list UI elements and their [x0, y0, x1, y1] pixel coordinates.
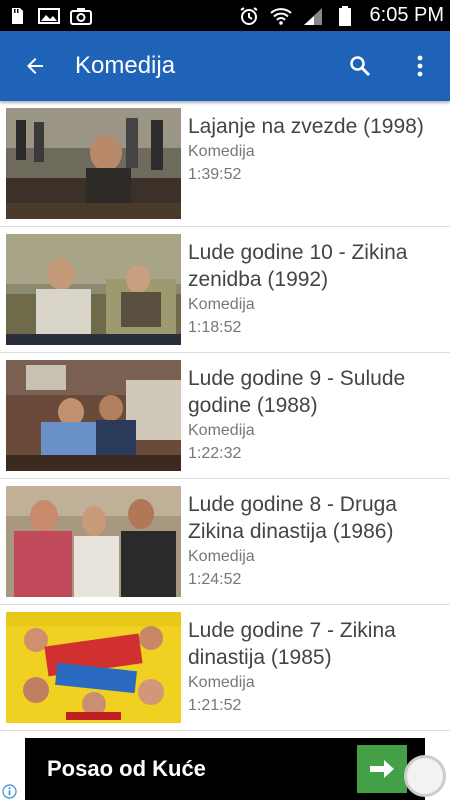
search-icon	[350, 56, 370, 76]
ad-banner: Posao od Kuće	[0, 733, 450, 800]
video-thumbnail	[6, 360, 181, 471]
video-title: Lude godine 9 - Sulude godine (1988)	[188, 367, 406, 417]
video-title: Lude godine 10 - Zikina zenidba (1992)	[188, 241, 408, 291]
video-title: Lude godine 7 - Zikina dinastija (1985)	[188, 619, 396, 669]
signal-icon	[302, 7, 324, 25]
video-title: Lude godine 8 - Druga Zikina dinastija (…	[188, 493, 397, 543]
video-thumbnail	[6, 108, 181, 219]
arrow-right-icon	[370, 760, 394, 778]
video-list: Lajanje na zvezde (1998) Komedija 1:39:5…	[0, 101, 450, 733]
video-category: Komedija	[188, 422, 255, 439]
video-thumbnail	[6, 612, 181, 723]
back-arrow-icon	[27, 58, 43, 74]
list-item-text: Lude godine 7 - Zikina dinastija (1985) …	[188, 612, 443, 717]
more-vert-icon	[417, 55, 423, 77]
list-item-text: Lajanje na zvezde (1998) Komedija 1:39:5…	[188, 108, 443, 186]
app-bar: Komedija	[0, 31, 450, 101]
video-duration: 1:22:32	[188, 445, 242, 462]
sd-card-icon	[6, 7, 28, 25]
ad-text: Posao od Kuće	[47, 756, 206, 781]
list-item[interactable]: Lude godine 8 - Druga Zikina dinastija (…	[0, 479, 450, 605]
video-category: Komedija	[188, 548, 255, 565]
ad-content[interactable]: Posao od Kuće	[25, 738, 425, 800]
video-duration: 1:24:52	[188, 571, 242, 588]
video-category: Komedija	[188, 296, 255, 313]
video-title: Lajanje na zvezde (1998)	[188, 115, 424, 138]
alarm-icon	[238, 6, 260, 25]
video-duration: 1:18:52	[188, 319, 242, 336]
back-button[interactable]	[0, 31, 70, 101]
floating-circle-button[interactable]	[404, 755, 446, 797]
list-item[interactable]: Lude godine 9 - Sulude godine (1988) Kom…	[0, 353, 450, 479]
camera-icon	[70, 7, 92, 25]
list-item-text: Lude godine 10 - Zikina zenidba (1992) K…	[188, 234, 443, 339]
wifi-icon	[269, 7, 292, 25]
video-category: Komedija	[188, 674, 255, 691]
page-title: Komedija	[75, 52, 176, 79]
ad-go-button[interactable]	[357, 745, 407, 793]
status-left-icons	[6, 7, 92, 25]
info-icon[interactable]	[2, 784, 17, 799]
video-duration: 1:21:52	[188, 697, 242, 714]
status-time: 6:05 PM	[369, 4, 444, 26]
video-thumbnail	[6, 486, 181, 597]
list-item[interactable]: Lude godine 10 - Zikina zenidba (1992) K…	[0, 227, 450, 353]
status-right-icons: 6:05 PM	[238, 4, 444, 27]
overflow-menu-button[interactable]	[390, 31, 450, 101]
list-item[interactable]: Lude godine 7 - Zikina dinastija (1985) …	[0, 605, 450, 731]
status-bar: 6:05 PM	[0, 0, 450, 31]
search-button[interactable]	[330, 31, 390, 101]
video-category: Komedija	[188, 143, 255, 160]
video-thumbnail	[6, 234, 181, 345]
battery-icon	[334, 5, 356, 26]
list-item[interactable]: Lajanje na zvezde (1998) Komedija 1:39:5…	[0, 101, 450, 227]
list-item-text: Lude godine 9 - Sulude godine (1988) Kom…	[188, 360, 443, 465]
image-icon	[38, 7, 60, 25]
video-duration: 1:39:52	[188, 166, 242, 183]
list-item-text: Lude godine 8 - Druga Zikina dinastija (…	[188, 486, 443, 591]
